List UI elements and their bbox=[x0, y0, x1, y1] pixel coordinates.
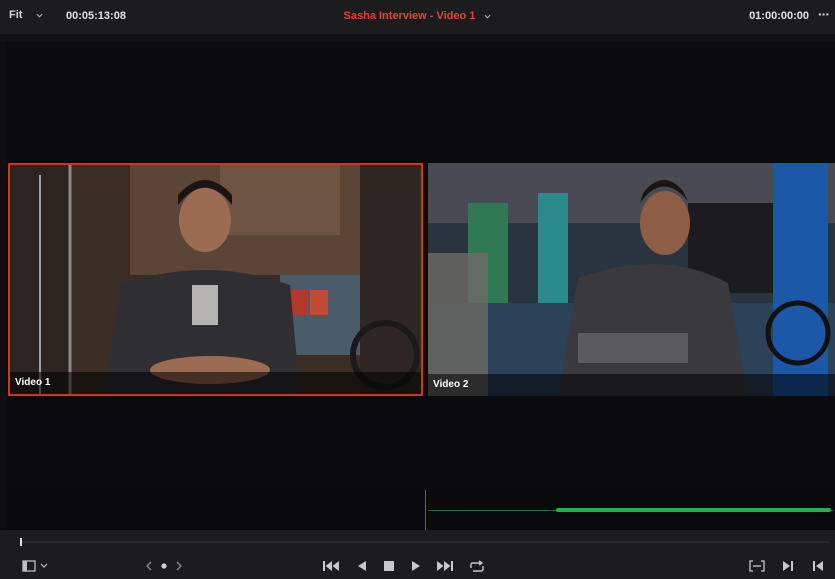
loop-icon bbox=[470, 560, 484, 572]
zoom-label: Fit bbox=[9, 9, 23, 21]
play-icon bbox=[412, 561, 420, 571]
zoom-dropdown[interactable]: Fit bbox=[9, 9, 43, 21]
match-frame-button[interactable] bbox=[749, 560, 765, 572]
match-frame-icon bbox=[749, 560, 765, 572]
playhead[interactable] bbox=[425, 490, 426, 530]
scrub-handle[interactable] bbox=[20, 538, 22, 546]
clip-title: Sasha Interview - Video 1 bbox=[343, 10, 476, 22]
next-edit-button[interactable] bbox=[782, 560, 794, 572]
prev-edit-icon bbox=[813, 561, 823, 571]
source-timecode[interactable]: 00:05:13:08 bbox=[66, 10, 126, 22]
loop-button[interactable] bbox=[468, 560, 486, 574]
jog-nudge-button[interactable] bbox=[145, 560, 183, 572]
stop-button[interactable] bbox=[383, 560, 395, 572]
angle-1-frame bbox=[10, 165, 421, 394]
next-edit-icon bbox=[783, 561, 793, 571]
multicam-angle-1[interactable]: Video 1 bbox=[8, 163, 423, 396]
multicam-angle-2[interactable]: Video 2 bbox=[428, 163, 835, 396]
more-options-icon[interactable]: ··· bbox=[818, 6, 830, 22]
jog-nudge-icon bbox=[146, 561, 182, 571]
viewer-mode-button[interactable] bbox=[22, 560, 50, 572]
clip-title-dropdown[interactable]: Sasha Interview - Video 1 bbox=[344, 10, 492, 22]
scrub-bar[interactable] bbox=[20, 541, 830, 543]
record-timecode[interactable]: 01:00:00:00 bbox=[749, 10, 809, 22]
viewer-header: Fit 00:05:13:08 Sasha Interview - Video … bbox=[0, 0, 835, 35]
header-divider bbox=[0, 34, 835, 42]
angle-label: Video 2 bbox=[428, 374, 835, 396]
play-reverse-button[interactable] bbox=[356, 560, 368, 572]
stop-icon bbox=[384, 561, 394, 571]
skip-to-start-button[interactable] bbox=[322, 560, 340, 572]
audio-level-bar bbox=[556, 508, 831, 512]
prev-edit-button[interactable] bbox=[812, 560, 824, 572]
play-reverse-icon bbox=[358, 561, 366, 571]
chevron-down-icon bbox=[484, 14, 491, 19]
skip-to-start-icon bbox=[323, 561, 339, 571]
angle-label: Video 1 bbox=[10, 372, 421, 394]
skip-to-end-button[interactable] bbox=[436, 560, 454, 572]
chevron-down-icon bbox=[36, 13, 43, 18]
transport-controls bbox=[0, 530, 835, 579]
skip-to-end-icon bbox=[437, 561, 453, 571]
angle-2-frame bbox=[428, 163, 835, 396]
play-button[interactable] bbox=[410, 560, 422, 572]
viewer-mode-icon bbox=[22, 560, 48, 572]
